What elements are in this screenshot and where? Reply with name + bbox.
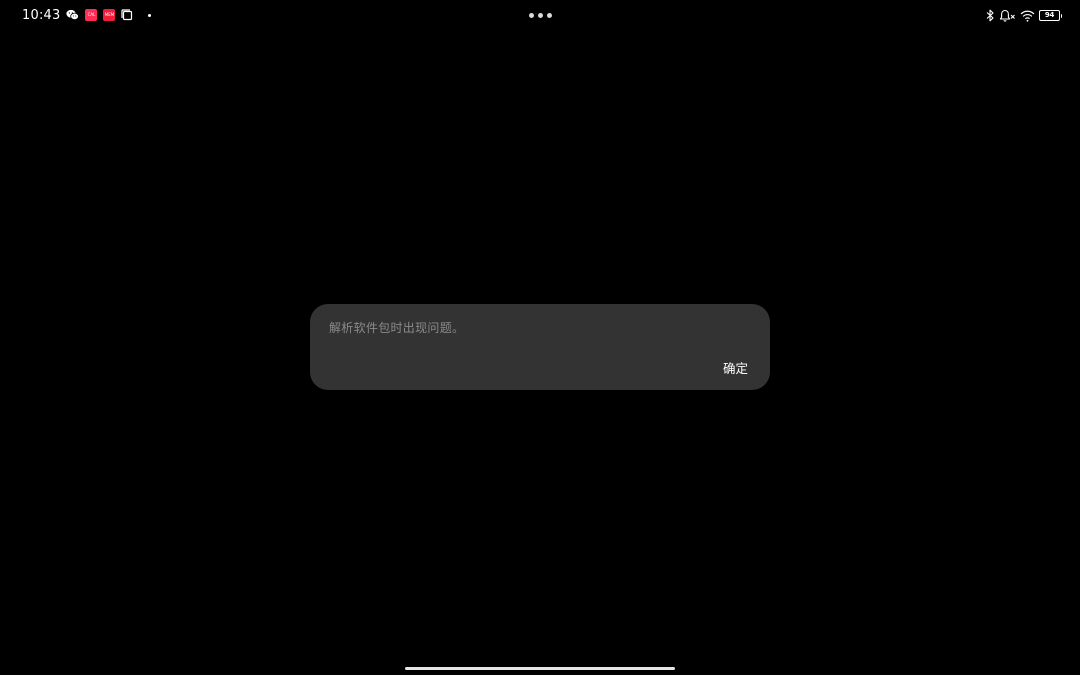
home-indicator[interactable]	[405, 667, 675, 670]
wifi-icon	[1020, 10, 1035, 22]
wechat-icon	[66, 9, 80, 21]
bell-mute-icon	[999, 9, 1016, 22]
confirm-button[interactable]: 确定	[715, 356, 756, 379]
app-badge-icon: MEM	[103, 9, 116, 21]
battery-icon: 94	[1039, 10, 1062, 21]
handle-dot	[529, 13, 534, 18]
multiwindow-icon	[121, 9, 133, 21]
battery-cap	[1060, 13, 1062, 18]
error-dialog: 解析软件包时出现问题。 确定	[310, 304, 770, 390]
status-bar: 10:43 CAL MEM 94	[0, 0, 1080, 30]
battery-level: 94	[1044, 11, 1055, 19]
notification-dot	[148, 13, 152, 17]
multitask-handle[interactable]	[529, 13, 552, 18]
handle-dot	[547, 13, 552, 18]
app-badge-icon: CAL	[85, 9, 98, 21]
clock: 10:43	[22, 7, 61, 23]
bluetooth-icon	[986, 9, 995, 22]
status-bar-right: 94	[986, 8, 1062, 23]
screen: 10:43 CAL MEM 94 解析软件包时出现问题。 确定	[0, 0, 1080, 675]
dialog-message: 解析软件包时出现问题。	[329, 321, 465, 335]
status-bar-left: 10:43 CAL MEM	[22, 7, 152, 23]
handle-dot	[538, 13, 543, 18]
